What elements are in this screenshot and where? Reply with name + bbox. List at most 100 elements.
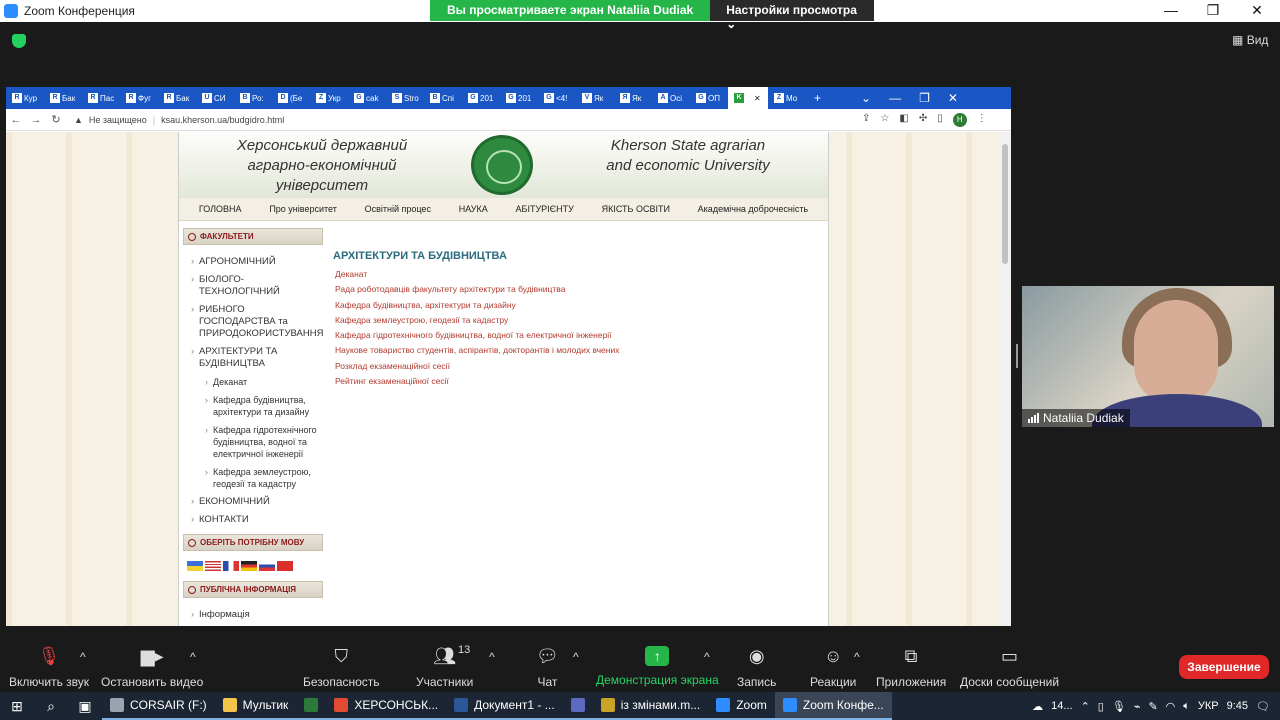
back-button[interactable]: ←	[6, 114, 26, 126]
windows-start-icon[interactable]: ⊞	[0, 698, 34, 715]
browser-tab[interactable]: R Кур	[6, 87, 44, 109]
browser-tab[interactable]: R Бaк	[44, 87, 82, 109]
participants-options-caret[interactable]: ^	[489, 650, 495, 664]
site-nav-item[interactable]: АБІТУРІЄНТУ	[516, 204, 574, 214]
resize-handle[interactable]	[1016, 344, 1018, 368]
network-icon[interactable]: ◠	[1166, 700, 1176, 713]
sidebar-item[interactable]: БІОЛОГО-ТЕХНОЛОГІЧНИЙ	[191, 274, 323, 298]
url-field[interactable]: ▲ Не защищено | ksau.kherson.ua/budgidro…	[74, 111, 854, 128]
unmute-button[interactable]: 🎙︎ Включить звук	[9, 646, 89, 689]
browser-tab[interactable]: G <4!	[538, 87, 576, 109]
weather-icon[interactable]: ☁	[1032, 700, 1043, 713]
turkey-flag-icon[interactable]	[277, 561, 293, 571]
france-flag-icon[interactable]	[223, 561, 239, 571]
browser-tab[interactable]: B Ро:	[234, 87, 272, 109]
content-link[interactable]: Кафедра землеустрою, геодезії та кадастр…	[333, 313, 813, 328]
menu-kebab-icon[interactable]: ⋮	[977, 113, 987, 127]
sidebar-item[interactable]: АРХІТЕКТУРИ ТА БУДІВНИЦТВА	[191, 346, 323, 370]
public-info-item[interactable]: Інформація	[191, 609, 323, 621]
browser-tab[interactable]: S Stro	[386, 87, 424, 109]
chat-options-caret[interactable]: ^	[573, 650, 579, 664]
bookmark-star-icon[interactable]: ☆	[880, 113, 889, 127]
browser-tab[interactable]: G 201	[462, 87, 500, 109]
content-link[interactable]: Розклад екзаменаційної сесії	[333, 359, 813, 374]
taskbar-item[interactable]: Zoom Конфе...	[774, 692, 892, 720]
taskbar-item[interactable]: ХЕРСОНСЬК...	[326, 692, 447, 720]
site-nav-item[interactable]: Про університет	[269, 204, 337, 214]
apps-button[interactable]: ⧉ Приложения	[876, 646, 946, 689]
end-meeting-button[interactable]: Завершение	[1179, 655, 1269, 679]
encryption-shield-icon[interactable]	[12, 34, 26, 48]
minimize-button[interactable]: —	[1150, 0, 1192, 22]
record-button[interactable]: ◉ Запись	[737, 646, 776, 689]
university-seal-logo[interactable]	[471, 135, 533, 195]
taskbar-item[interactable]	[296, 692, 327, 720]
browser-tab[interactable]: R Пас	[82, 87, 120, 109]
content-link[interactable]: Деканат	[333, 267, 813, 282]
browser-minimize-button[interactable]: —	[889, 91, 901, 105]
browser-tab[interactable]: R Бак	[158, 87, 196, 109]
notifications-icon[interactable]: 🗨︎	[1256, 700, 1270, 713]
maximize-button[interactable]: ❐	[1192, 0, 1234, 22]
weather-label[interactable]: 14...	[1051, 700, 1072, 712]
sidebar-subitem[interactable]: Кафедра будівництва, архітектури та диза…	[191, 394, 323, 418]
video-options-caret[interactable]: ^	[190, 650, 196, 664]
page-scrollbar[interactable]	[999, 132, 1011, 626]
browser-maximize-button[interactable]: ❐	[919, 91, 930, 105]
site-nav-item[interactable]: ГОЛОВНА	[199, 204, 242, 214]
content-link[interactable]: Кафедра гідротехнічного будівництва, вод…	[333, 328, 813, 343]
taskbar-item[interactable]	[562, 692, 593, 720]
site-nav-item[interactable]: Академічна доброчесність	[698, 204, 808, 214]
volume-icon[interactable]: 🔈︎	[1183, 700, 1190, 713]
usa-flag-icon[interactable]	[205, 561, 221, 571]
browser-tab[interactable]: Z Укр	[310, 87, 348, 109]
browser-close-button[interactable]: ✕	[948, 91, 958, 105]
scrollbar-thumb[interactable]	[1002, 144, 1008, 264]
share-icon[interactable]: ⇪	[862, 113, 870, 127]
task-view-icon[interactable]: ▣	[68, 698, 102, 715]
taskbar-item[interactable]: із змінами.m...	[592, 692, 709, 720]
browser-tab[interactable]: R Фуг	[120, 87, 158, 109]
browser-tab[interactable]: Z Мо	[768, 87, 806, 109]
view-settings-button[interactable]: Настройки просмотра ⌄	[710, 0, 875, 31]
browser-tab[interactable]: U СИ	[196, 87, 234, 109]
browser-tab[interactable]: A Осі	[652, 87, 690, 109]
chat-button[interactable]: 💬︎ Чат	[536, 646, 559, 689]
tab-search-button[interactable]: ⌄	[861, 91, 871, 105]
russia-flag-icon[interactable]	[259, 561, 275, 571]
content-link[interactable]: Наукове товариство студентів, аспірантів…	[333, 343, 813, 358]
battery-icon[interactable]: ▯	[1098, 700, 1104, 713]
content-link[interactable]: Кафедра будівництва, архітектури та диза…	[333, 298, 813, 313]
sidebar-item[interactable]: РИБНОГО ГОСПОДАРСТВА та ПРИРОДОКОРИСТУВА…	[191, 304, 323, 340]
reactions-options-caret[interactable]: ^	[854, 650, 860, 664]
whiteboards-button[interactable]: ▭ Доски сообщений	[960, 646, 1059, 689]
germany-flag-icon[interactable]	[241, 561, 257, 571]
share-options-caret[interactable]: ^	[704, 650, 710, 664]
site-nav-item[interactable]: НАУКА	[459, 204, 488, 214]
sidebar-item[interactable]: КОНТАКТИ	[191, 514, 323, 526]
taskbar-item[interactable]: Документ1 - ...	[446, 692, 563, 720]
content-link[interactable]: Рейтинг екзаменаційної сесії	[333, 374, 813, 389]
browser-tab[interactable]: V Як	[576, 87, 614, 109]
puzzle-icon[interactable]: ✣	[919, 113, 927, 127]
share-screen-button[interactable]: ↑ Демонстрация экрана	[596, 646, 719, 687]
sidebar-item[interactable]: ЕКОНОМІЧНИЙ	[191, 496, 323, 508]
browser-tab[interactable]: Я Як	[614, 87, 652, 109]
ukraine-flag-icon[interactable]	[187, 561, 203, 571]
stop-video-button[interactable]: ▆▸ Остановить видео	[101, 646, 203, 689]
profile-avatar[interactable]: H	[952, 112, 967, 127]
clock[interactable]: 9:45	[1227, 700, 1248, 712]
close-button[interactable]: ✕	[1236, 0, 1278, 22]
sidepanel-icon[interactable]: ▯	[937, 113, 943, 127]
view-button[interactable]: ▦ Вид	[1232, 33, 1268, 47]
site-nav-item[interactable]: Освітній процес	[365, 204, 431, 214]
sidebar-item[interactable]: АГРОНОМІЧНИЙ	[191, 256, 323, 268]
reactions-button[interactable]: ☺ Реакции	[810, 646, 856, 689]
tray-expand-icon[interactable]: ⌃	[1081, 700, 1090, 713]
browser-tab[interactable]: G ОП	[690, 87, 728, 109]
browser-tab-active[interactable]: K ✕	[728, 87, 768, 109]
browser-tab[interactable]: Gcak	[348, 87, 386, 109]
language-indicator[interactable]: УКР	[1198, 700, 1219, 712]
sidebar-subitem[interactable]: Кафедра гідротехнічного будівництва, вод…	[191, 424, 323, 460]
usb-icon[interactable]: ⌁	[1134, 700, 1141, 713]
